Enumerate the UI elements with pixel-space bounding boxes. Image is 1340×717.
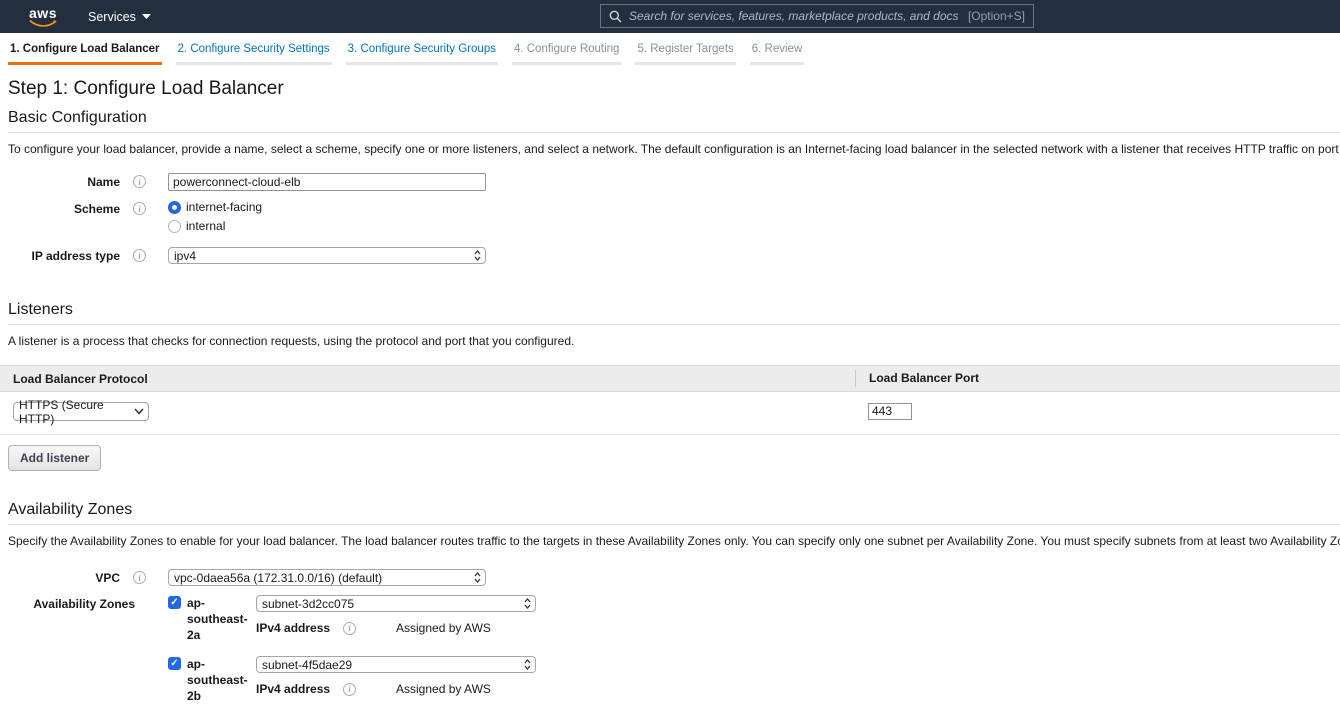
column-header-port: Load Balancer Port	[855, 370, 1340, 387]
ip-address-type-label: IP address type	[8, 247, 120, 263]
section-divider	[8, 324, 1340, 325]
services-menu[interactable]: Services	[88, 10, 151, 24]
ip-address-type-select[interactable]: ipv4	[168, 247, 486, 264]
ip-address-type-info-icon[interactable]: i	[133, 249, 146, 262]
vpc-value: vpc-0daea56a (172.31.0.0/16) (default)	[174, 571, 382, 585]
subnet-select-ap-southeast-2a[interactable]: subnet-3d2cc075	[256, 595, 536, 612]
listeners-description: A listener is a process that checks for …	[8, 334, 1340, 348]
name-row: Name i	[8, 173, 1340, 191]
aws-logo-text: aws	[28, 6, 58, 20]
vpc-select[interactable]: vpc-0daea56a (172.31.0.0/16) (default)	[168, 569, 486, 586]
tab-review: 6. Review	[750, 43, 805, 65]
ipv4-address-row: IPv4 address i Assigned by AWS	[256, 682, 536, 696]
availability-zones-heading: Availability Zones	[8, 501, 1340, 519]
ip-address-type-row: IP address type i ipv4	[8, 247, 1340, 264]
listeners-table: Load Balancer Protocol Load Balancer Por…	[0, 365, 1340, 435]
select-stepper-icon	[474, 572, 481, 583]
availability-zones-description: Specify the Availability Zones to enable…	[8, 534, 1340, 548]
tab-register-targets: 5. Register Targets	[635, 43, 735, 65]
basic-configuration-description: To configure your load balancer, provide…	[8, 142, 1340, 156]
select-stepper-icon	[524, 659, 531, 670]
scheme-row: Scheme i internet-facing internal	[8, 200, 1340, 238]
global-search[interactable]: [Option+S]	[600, 4, 1034, 28]
main-content: Step 1: Configure Load Balancer Basic Co…	[0, 78, 1340, 717]
tab-configure-security-groups[interactable]: 3. Configure Security Groups	[346, 43, 498, 65]
column-header-protocol: Load Balancer Protocol	[0, 372, 855, 386]
listener-row: HTTPS (Secure HTTP)	[0, 392, 1340, 435]
zone-row-ap-southeast-2a: ap-southeast-2a subnet-3d2cc075 IPv4 add…	[168, 595, 564, 643]
select-stepper-icon	[474, 250, 481, 261]
tab-configure-security-settings[interactable]: 2. Configure Security Settings	[176, 43, 332, 65]
search-icon	[609, 10, 622, 23]
zone-checkbox-ap-southeast-2a[interactable]	[168, 596, 181, 609]
search-input[interactable]	[629, 9, 968, 23]
scheme-option-internal[interactable]: internal	[168, 219, 262, 233]
aws-smile-icon	[28, 19, 58, 28]
subnet-select-ap-southeast-2b[interactable]: subnet-4f5dae29	[256, 656, 536, 673]
zone-name: ap-southeast-2a	[187, 595, 253, 643]
zone-checkbox-ap-southeast-2b[interactable]	[168, 657, 181, 670]
page-title: Step 1: Configure Load Balancer	[8, 78, 1340, 100]
availability-zones-label: Availability Zones	[8, 595, 135, 611]
availability-zones-row: Availability Zones ap-southeast-2a subne…	[8, 595, 1340, 717]
section-divider	[8, 132, 1340, 133]
ipv4-address-label: IPv4 address	[256, 682, 330, 696]
scheme-option-label: internet-facing	[186, 200, 262, 214]
listeners-section: Listeners A listener is a process that c…	[8, 301, 1340, 471]
subnet-value: subnet-4f5dae29	[262, 658, 352, 672]
name-label: Name	[8, 173, 120, 189]
section-divider	[8, 524, 1340, 525]
ipv4-address-info-icon[interactable]: i	[343, 683, 356, 696]
ipv4-address-value: Assigned by AWS	[396, 682, 491, 696]
listeners-table-header: Load Balancer Protocol Load Balancer Por…	[0, 366, 1340, 392]
scheme-info-icon[interactable]: i	[133, 202, 146, 215]
vpc-row: VPC i vpc-0daea56a (172.31.0.0/16) (defa…	[8, 569, 1340, 586]
ip-address-type-value: ipv4	[174, 249, 196, 263]
select-chevron-down-icon	[134, 408, 144, 415]
add-listener-button[interactable]: Add listener	[8, 445, 101, 471]
aws-logo[interactable]: aws	[28, 6, 58, 28]
scheme-label: Scheme	[8, 200, 120, 216]
services-label: Services	[88, 10, 136, 24]
subnet-value: subnet-3d2cc075	[262, 597, 354, 611]
tab-configure-routing: 4. Configure Routing	[512, 43, 621, 65]
listeners-heading: Listeners	[8, 301, 1340, 319]
ipv4-address-row: IPv4 address i Assigned by AWS	[256, 621, 536, 635]
vpc-label: VPC	[8, 569, 120, 585]
top-nav: aws Services [Option+S]	[0, 0, 1340, 33]
radio-unselected-icon[interactable]	[168, 220, 181, 233]
name-input[interactable]	[168, 173, 486, 191]
radio-selected-icon[interactable]	[168, 201, 181, 214]
vpc-info-icon[interactable]: i	[133, 571, 146, 584]
select-stepper-icon	[524, 598, 531, 609]
scheme-option-internet-facing[interactable]: internet-facing	[168, 200, 262, 214]
wizard-steps: 1. Configure Load Balancer 2. Configure …	[0, 33, 1340, 65]
basic-configuration-section: Basic Configuration To configure your lo…	[8, 109, 1340, 264]
search-shortcut-hint: [Option+S]	[968, 9, 1025, 23]
basic-configuration-heading: Basic Configuration	[8, 109, 1340, 127]
protocol-select[interactable]: HTTPS (Secure HTTP)	[13, 402, 149, 421]
zone-name: ap-southeast-2b	[187, 656, 253, 704]
ipv4-address-info-icon[interactable]: i	[343, 622, 356, 635]
name-info-icon[interactable]: i	[133, 175, 146, 188]
protocol-value: HTTPS (Secure HTTP)	[19, 398, 134, 426]
port-input[interactable]	[868, 403, 912, 420]
ipv4-address-value: Assigned by AWS	[396, 621, 491, 635]
tab-configure-load-balancer[interactable]: 1. Configure Load Balancer	[8, 43, 162, 65]
availability-zones-section: Availability Zones Specify the Availabil…	[8, 501, 1340, 717]
scheme-option-label: internal	[186, 219, 225, 233]
ipv4-address-label: IPv4 address	[256, 621, 330, 635]
zone-row-ap-southeast-2b: ap-southeast-2b subnet-4f5dae29 IPv4 add…	[168, 656, 564, 704]
services-caret-icon	[142, 14, 151, 19]
